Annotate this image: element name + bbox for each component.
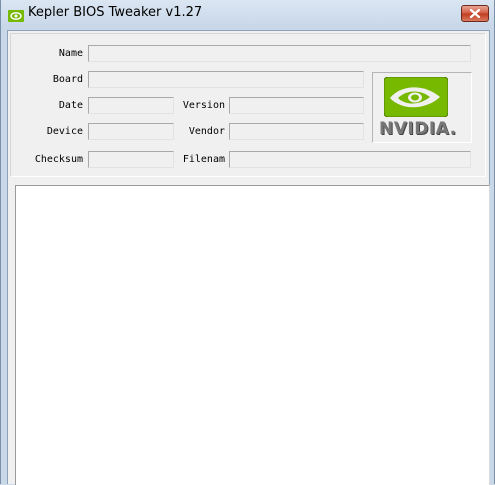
nvidia-app-icon [8,7,24,22]
board-label: Board [52,74,83,85]
version-field[interactable] [229,97,364,114]
output-text-area[interactable] [15,185,490,485]
filename-label: Filenam [182,154,225,165]
name-field[interactable] [88,45,471,62]
nvidia-wordmark: NVIDIA. [379,119,457,139]
close-button[interactable] [461,5,489,22]
client-area: Name Board Date Version Device Vendor Ch… [7,30,490,485]
date-field[interactable] [88,97,174,114]
device-label: Device [46,126,83,137]
title-bar[interactable]: Kepler BIOS Tweaker v1.27 [1,0,495,28]
filename-field[interactable] [229,151,471,168]
nvidia-logo: NVIDIA. [372,72,472,143]
device-field[interactable] [88,123,174,140]
vendor-label: Vendor [188,126,225,137]
close-icon [469,9,481,18]
checksum-label: Checksum [34,154,83,165]
name-label: Name [58,48,83,59]
board-field[interactable] [88,71,364,88]
checksum-field[interactable] [88,151,174,168]
nvidia-eye-icon [384,77,448,117]
app-window: Kepler BIOS Tweaker v1.27 Name Board Dat… [0,0,495,485]
version-label: Version [182,100,225,111]
bios-info-panel: Name Board Date Version Device Vendor Ch… [10,33,486,177]
window-title: Kepler BIOS Tweaker v1.27 [28,5,203,20]
vendor-field[interactable] [229,123,364,140]
date-label: Date [58,100,83,111]
